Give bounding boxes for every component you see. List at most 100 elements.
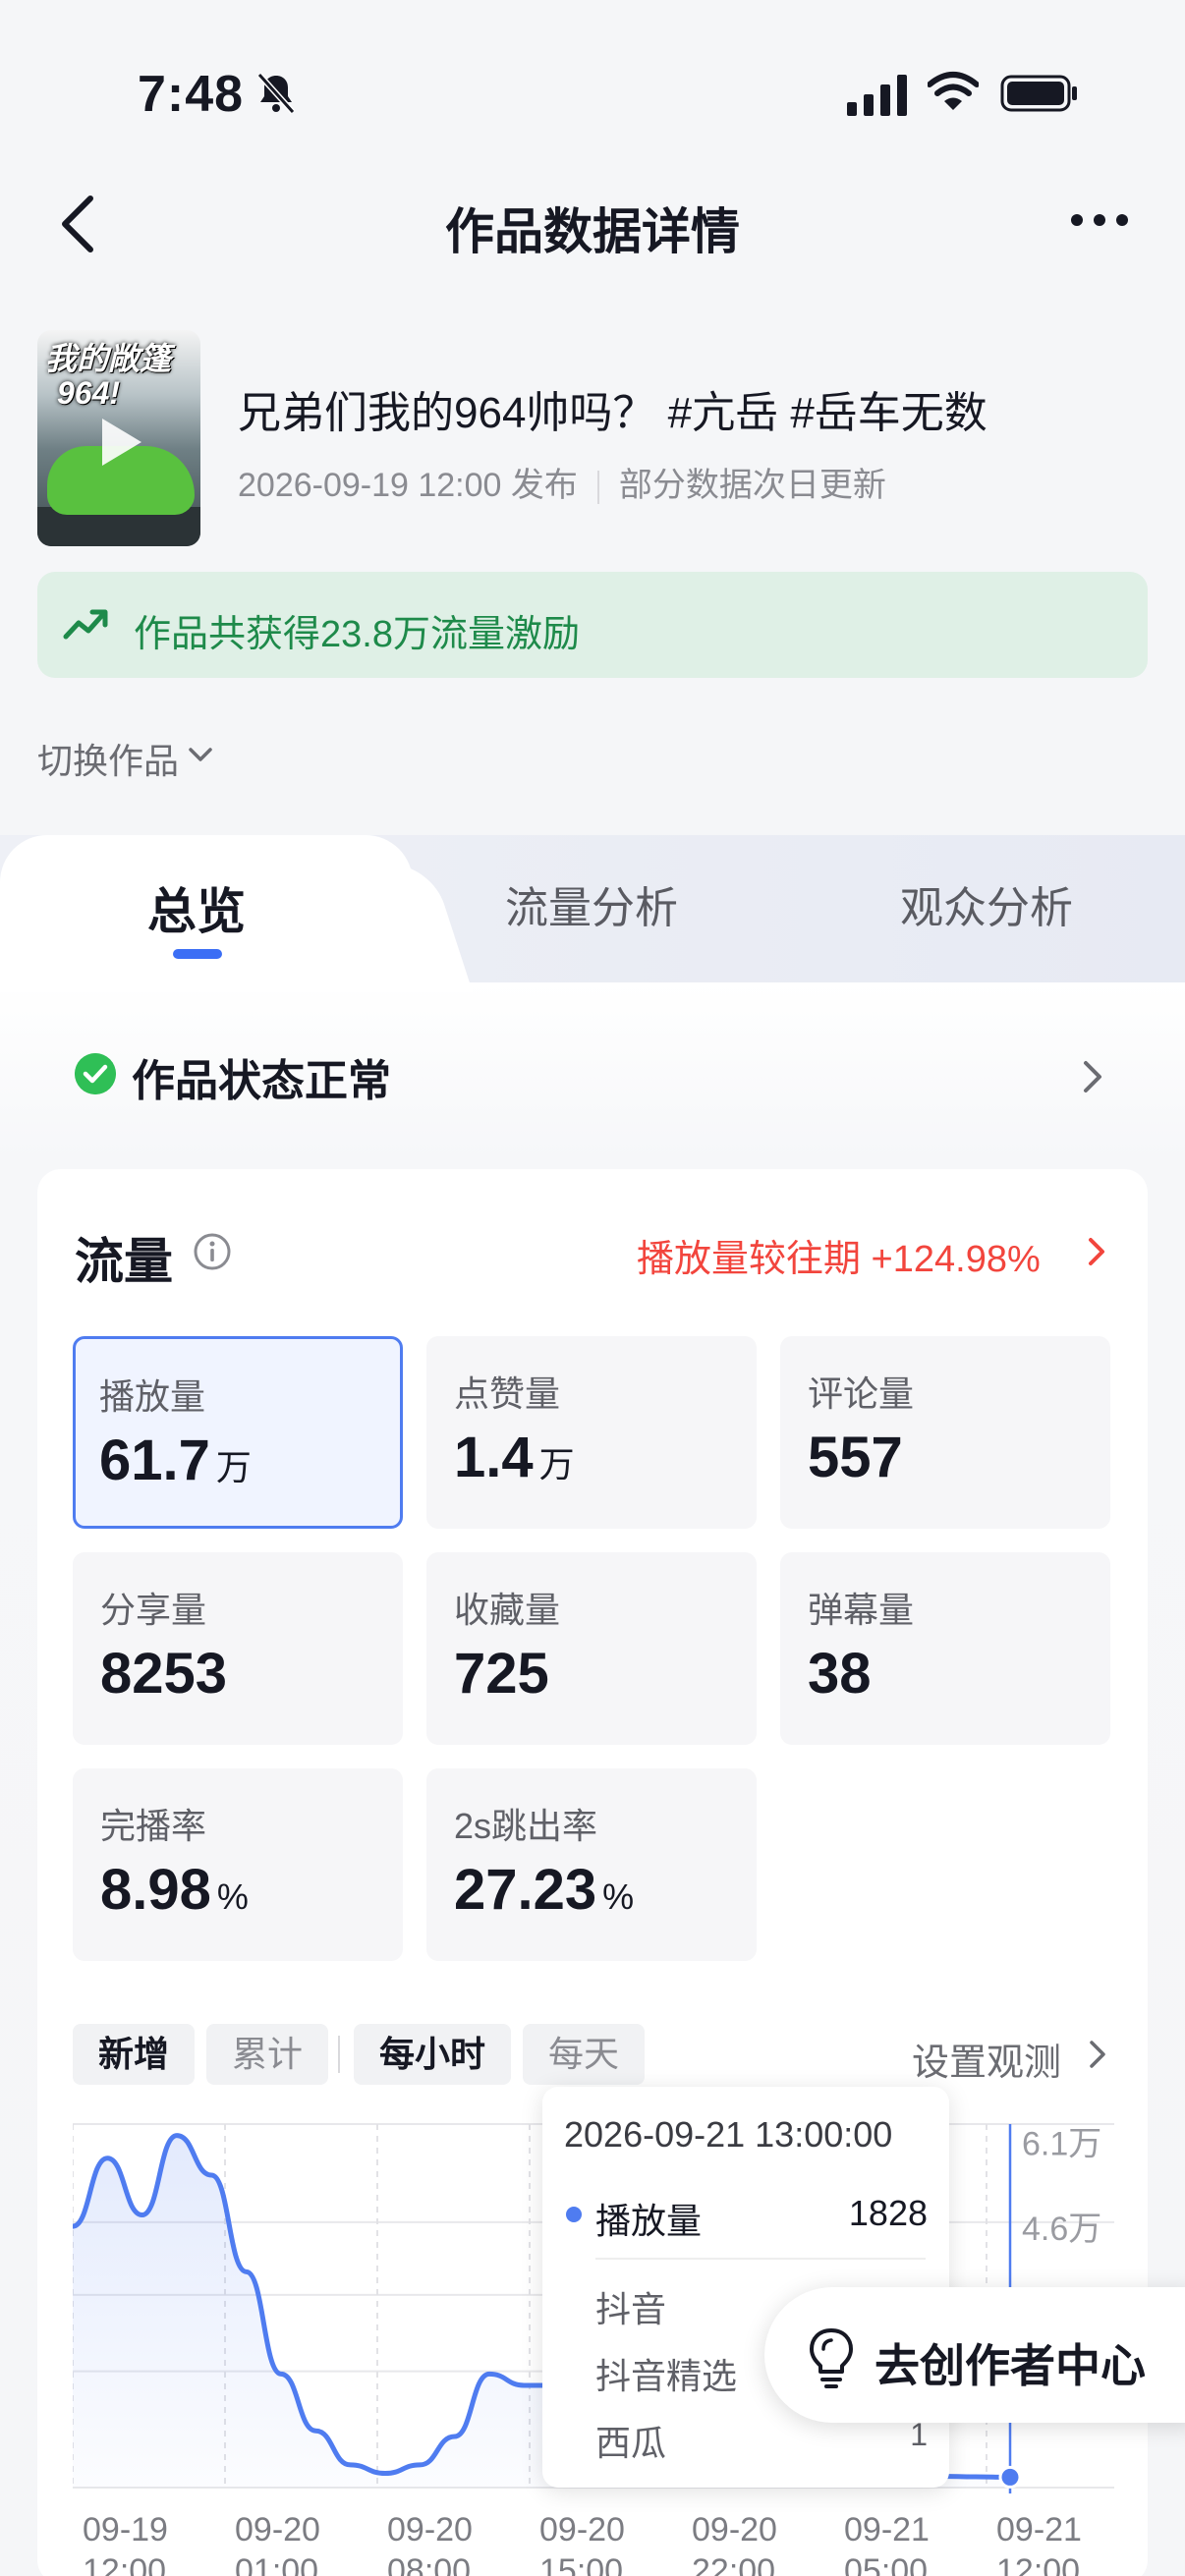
x-tick-time: 01:00	[235, 2552, 318, 2576]
check-circle-icon	[75, 1053, 116, 1094]
tooltip-datetime: 2026-09-21 13:00:00	[564, 2114, 893, 2155]
x-tick-time: 05:00	[844, 2552, 928, 2576]
metric-value-group: 61.7 万	[99, 1428, 252, 1493]
tooltip-divider	[595, 2258, 926, 2260]
tooltip-source-label: 西瓜	[595, 2423, 667, 2463]
metric-label: 播放量	[99, 1376, 206, 1417]
metric-label: 2s跳出率	[454, 1806, 598, 1846]
thumbnail-text-line1: 我的敞篷	[45, 341, 172, 376]
tooltip-series-dot	[566, 2207, 582, 2222]
x-tick-date: 09-20	[692, 2511, 777, 2548]
tooltip-series-value: 1828	[848, 2193, 928, 2233]
y-tick-label: 4.6万	[1022, 2211, 1101, 2248]
metric-value: 38	[808, 1642, 872, 1706]
thumbnail-text-line2: 964!	[57, 375, 121, 411]
selected-point	[998, 2465, 1022, 2489]
metric-value: 8253	[100, 1642, 228, 1706]
trend-up-icon	[63, 609, 108, 640]
metric-label: 弹幕量	[808, 1590, 915, 1630]
chevron-right-icon[interactable]	[1087, 1236, 1106, 1267]
signal-icon	[847, 75, 907, 116]
chip-hourly[interactable]: 每小时	[354, 2024, 511, 2085]
metric-value-group: 557	[808, 1425, 903, 1490]
metric-label: 完播率	[100, 1806, 207, 1846]
metric-label: 收藏量	[454, 1590, 561, 1630]
chip-new[interactable]: 新增	[73, 2024, 195, 2085]
metric-likes[interactable]: 点赞量 1.4 万	[426, 1336, 757, 1529]
back-icon[interactable]	[55, 193, 102, 255]
x-tick-time: 22:00	[692, 2552, 775, 2576]
metric-value-group: 1.4 万	[454, 1425, 575, 1490]
metric-value: 725	[454, 1642, 549, 1706]
metric-danmaku[interactable]: 弹幕量 38	[780, 1552, 1110, 1745]
metric-value-group: 8253	[100, 1641, 227, 1707]
work-thumbnail[interactable]: 我的敞篷 964!	[37, 330, 200, 546]
battery-icon	[1000, 75, 1077, 112]
tooltip-series-label: 播放量	[595, 2201, 703, 2241]
switch-work-button[interactable]: 切换作品	[37, 733, 179, 784]
x-tick-date: 09-21	[844, 2511, 930, 2548]
work-status-text: 作品状态正常	[132, 1057, 391, 1105]
chip-daily[interactable]: 每天	[523, 2024, 645, 2085]
tab-overview[interactable]: 总览	[49, 872, 344, 943]
x-tick-time: 12:00	[996, 2552, 1080, 2576]
play-compare-link[interactable]: 播放量较往期 +124.98%	[637, 1228, 1041, 1282]
metric-completion-rate[interactable]: 完播率 8.98%	[73, 1768, 403, 1961]
x-tick-time: 15:00	[539, 2552, 623, 2576]
metric-plays[interactable]: 播放量 61.7 万	[73, 1336, 403, 1529]
info-icon[interactable]	[193, 1232, 232, 1271]
x-tick-date: 09-20	[235, 2511, 320, 2548]
metric-value-group: 38	[808, 1641, 872, 1707]
metric-value: 1.4	[454, 1426, 534, 1489]
metric-label: 点赞量	[454, 1373, 561, 1414]
x-tick-date: 09-20	[539, 2511, 625, 2548]
creator-center-label: 去创作者中心	[875, 2340, 1146, 2391]
metric-value-group: 27.23%	[454, 1857, 634, 1923]
tooltip-source-label: 抖音精选	[595, 2356, 738, 2396]
metric-shares[interactable]: 分享量 8253	[73, 1552, 403, 1745]
meta-divider	[596, 471, 599, 505]
metric-unit: %	[602, 1876, 635, 1917]
metric-label: 分享量	[100, 1590, 207, 1630]
set-observation-button[interactable]: 设置观测	[912, 2032, 1061, 2086]
metric-2s-bounce-rate[interactable]: 2s跳出率 27.23%	[426, 1768, 757, 1961]
wifi-icon	[928, 72, 979, 110]
metric-label: 评论量	[808, 1373, 915, 1414]
x-tick-date: 09-20	[387, 2511, 473, 2548]
chip-divider	[338, 2036, 340, 2073]
x-tick-time: 08:00	[387, 2552, 471, 2576]
tooltip-source-label: 抖音	[595, 2289, 667, 2329]
metric-value-group: 725	[454, 1641, 549, 1707]
metric-value: 27.23	[454, 1858, 597, 1922]
metric-value-group: 8.98%	[100, 1857, 249, 1923]
metric-comments[interactable]: 评论量 557	[780, 1336, 1110, 1529]
update-note: 部分数据次日更新	[618, 467, 886, 504]
lightbulb-icon	[810, 2328, 853, 2388]
tab-audience-analysis[interactable]: 观众分析	[839, 872, 1134, 935]
chevron-right-icon[interactable]	[1081, 1059, 1104, 1094]
metric-unit: 万	[215, 1447, 252, 1487]
metric-value: 8.98	[100, 1858, 211, 1922]
flow-title: 流量	[75, 1234, 173, 1289]
publish-time: 2026-09-19 12:00 发布	[238, 467, 578, 504]
status-time: 7:48	[138, 66, 245, 123]
metric-value: 61.7	[99, 1428, 210, 1492]
chevron-right-icon[interactable]	[1089, 2040, 1106, 2069]
metric-unit: %	[216, 1876, 249, 1917]
metric-value: 557	[808, 1426, 903, 1489]
boost-text: 作品共获得23.8万流量激励	[134, 614, 580, 655]
page-title: 作品数据详情	[445, 204, 740, 259]
x-tick-date: 09-21	[996, 2511, 1082, 2548]
metric-favorites[interactable]: 收藏量 725	[426, 1552, 757, 1745]
chip-cumulative[interactable]: 累计	[206, 2024, 328, 2085]
chevron-down-icon[interactable]	[187, 745, 214, 764]
x-tick-time: 12:00	[83, 2552, 166, 2576]
tab-traffic-analysis[interactable]: 流量分析	[444, 872, 739, 935]
x-tick-date: 09-19	[83, 2511, 168, 2548]
y-tick-label: 6.1万	[1022, 2125, 1101, 2162]
metric-unit: 万	[538, 1444, 575, 1484]
work-title: 兄弟们我的964帅吗？ #亢岳 #岳车无数	[238, 389, 988, 437]
tab-underline	[173, 949, 222, 959]
bell-muted-icon	[256, 72, 296, 115]
more-icon[interactable]	[1069, 208, 1130, 232]
